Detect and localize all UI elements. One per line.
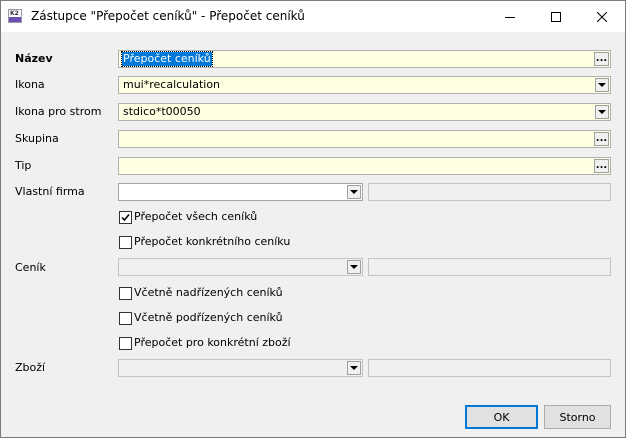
nazev-label: Název — [15, 52, 53, 65]
checkmark-icon — [121, 214, 130, 222]
ikona-strom-value: stdico*t00050 — [123, 105, 201, 118]
nazev-field[interactable]: Přepočet ceníků ... — [118, 50, 611, 68]
vcetne-podrizenych-label[interactable]: Včetně podřízených ceníků — [134, 311, 283, 325]
prepocet-zbozi-checkbox[interactable] — [119, 337, 132, 350]
vlastni-firma-label: Vlastní firma — [15, 185, 85, 198]
cenik-label: Ceník — [15, 261, 46, 274]
tip-ellipsis-button[interactable]: ... — [594, 159, 609, 173]
maximize-icon — [551, 11, 561, 22]
vlastni-firma-name-field — [368, 183, 611, 201]
zbozi-label: Zboží — [15, 361, 46, 374]
ikona-label: Ikona — [15, 78, 45, 91]
ellipsis-text: ... — [595, 160, 608, 171]
ikona-dropdown-button[interactable] — [595, 78, 609, 92]
zbozi-dropdown-button[interactable] — [347, 361, 361, 375]
ikona-strom-select[interactable]: stdico*t00050 — [118, 103, 611, 121]
cenik-select[interactable] — [118, 258, 363, 276]
ikona-strom-dropdown-button[interactable] — [595, 105, 609, 119]
nazev-ellipsis-button[interactable]: ... — [594, 52, 609, 66]
skupina-label: Skupina — [15, 132, 59, 145]
chevron-down-icon — [598, 110, 606, 114]
prepocet-zbozi-label[interactable]: Přepočet pro konkrétní zboží — [134, 336, 291, 350]
app-icon-text: K2 — [10, 10, 19, 17]
maximize-button[interactable] — [533, 1, 579, 32]
zbozi-name-field — [368, 359, 611, 377]
tip-label: Tip — [15, 159, 32, 172]
minimize-button[interactable] — [487, 1, 533, 32]
skupina-field[interactable]: ... — [118, 130, 611, 148]
ikona-select[interactable]: mui*recalculation — [118, 76, 611, 94]
ikona-strom-label: Ikona pro strom — [15, 105, 102, 118]
close-button[interactable] — [579, 1, 625, 32]
dialog-window: K2 Zástupce "Přepočet ceníků" - Přepočet… — [0, 0, 626, 438]
chevron-down-icon — [598, 83, 606, 87]
ellipsis-text: ... — [595, 53, 608, 64]
window-title: Zástupce "Přepočet ceníků" - Přepočet ce… — [31, 9, 305, 23]
cenik-name-field — [368, 258, 611, 276]
vlastni-firma-dropdown-button[interactable] — [347, 185, 361, 199]
tip-field[interactable]: ... — [118, 157, 611, 175]
nazev-value: Přepočet ceníků — [121, 51, 213, 67]
chevron-down-icon — [350, 190, 358, 194]
vcetne-nadrizenych-label[interactable]: Včetně nadřízených ceníků — [134, 286, 283, 300]
minimize-icon — [505, 16, 515, 18]
skupina-ellipsis-button[interactable]: ... — [594, 132, 609, 146]
title-bar: K2 Zástupce "Přepočet ceníků" - Přepočet… — [1, 1, 625, 32]
vcetne-nadrizenych-checkbox[interactable] — [119, 287, 132, 300]
vlastni-firma-select[interactable] — [118, 183, 363, 201]
app-icon: K2 — [8, 9, 22, 23]
cancel-button[interactable]: Storno — [544, 405, 611, 429]
prepocet-vsech-label[interactable]: Přepočet všech ceníků — [134, 210, 257, 224]
zbozi-select[interactable] — [118, 359, 363, 377]
chevron-down-icon — [350, 265, 358, 269]
cenik-dropdown-button[interactable] — [347, 260, 361, 274]
prepocet-vsech-checkbox[interactable] — [119, 211, 132, 224]
ikona-value: mui*recalculation — [123, 78, 221, 91]
ok-button[interactable]: OK — [465, 405, 538, 429]
chevron-down-icon — [350, 366, 358, 370]
prepocet-konkretniho-checkbox[interactable] — [119, 236, 132, 249]
close-icon — [597, 11, 607, 22]
vcetne-podrizenych-checkbox[interactable] — [119, 312, 132, 325]
ellipsis-text: ... — [595, 133, 608, 144]
prepocet-konkretniho-label[interactable]: Přepočet konkrétního ceníku — [134, 235, 290, 249]
